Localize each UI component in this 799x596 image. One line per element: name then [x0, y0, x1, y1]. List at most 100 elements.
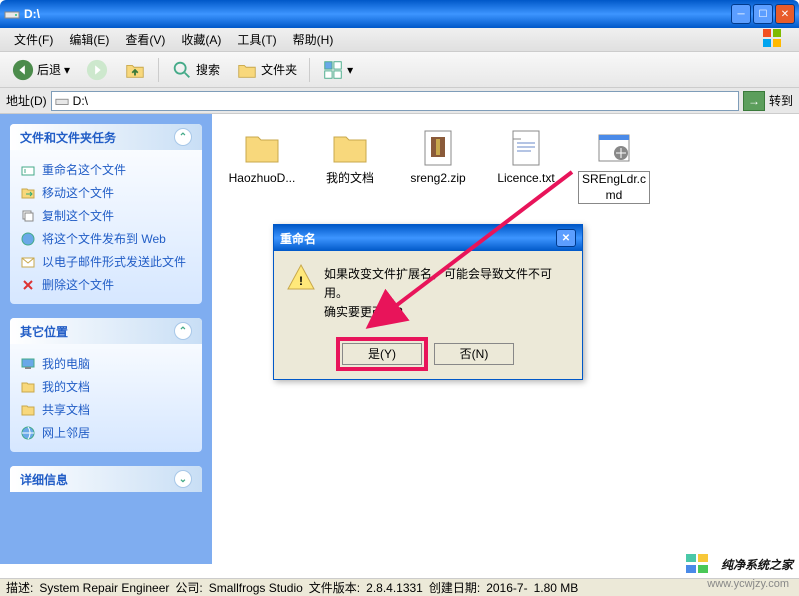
- email-icon: [20, 254, 36, 270]
- place-network[interactable]: 网上邻居: [20, 421, 192, 444]
- place-shared[interactable]: 共享文档: [20, 398, 192, 421]
- menu-favorites[interactable]: 收藏(A): [173, 28, 229, 51]
- folders-icon: [236, 59, 258, 81]
- search-button[interactable]: 搜索: [165, 56, 226, 84]
- folder-icon: [20, 402, 36, 418]
- status-date-label: 创建日期:: [429, 579, 480, 596]
- file-label: HaozhuoD...: [229, 171, 296, 187]
- svg-text:!: !: [299, 274, 303, 288]
- menubar: 文件(F) 编辑(E) 查看(V) 收藏(A) 工具(T) 帮助(H): [0, 28, 799, 52]
- status-date: 2016-7-: [486, 581, 527, 595]
- warning-icon: !: [286, 263, 316, 293]
- toolbar: 后退 ▾ 搜索 文件夹 ▾: [0, 52, 799, 88]
- task-delete[interactable]: 删除这个文件: [20, 273, 192, 296]
- place-documents[interactable]: 我的文档: [20, 375, 192, 398]
- back-icon: [12, 59, 34, 81]
- address-label: 地址(D): [6, 92, 47, 109]
- drive-icon: [55, 94, 69, 108]
- task-rename[interactable]: 重命名这个文件: [20, 158, 192, 181]
- no-button[interactable]: 否(N): [434, 343, 514, 365]
- status-size: 1.80 MB: [534, 581, 579, 595]
- details-panel-title: 详细信息: [20, 471, 68, 488]
- go-label: 转到: [769, 92, 793, 109]
- menu-help[interactable]: 帮助(H): [285, 28, 342, 51]
- folders-label: 文件夹: [261, 61, 297, 78]
- window-titlebar: D:\ ─ ☐ ✕: [0, 0, 799, 28]
- back-label: 后退: [37, 61, 61, 78]
- forward-button[interactable]: [80, 56, 114, 84]
- views-button[interactable]: ▾: [316, 56, 359, 84]
- menu-edit[interactable]: 编辑(E): [61, 28, 117, 51]
- watermark-text: 纯净系统之家: [721, 556, 793, 573]
- dialog-title: 重命名: [280, 230, 316, 247]
- place-computer[interactable]: 我的电脑: [20, 352, 192, 375]
- rename-dialog: 重命名 ✕ ! 如果改变文件扩展名，可能会导致文件不可用。 确实要更改吗? 是(…: [273, 224, 583, 380]
- file-label: SREngLdr.cmd: [578, 171, 650, 204]
- status-desc: System Repair Engineer: [39, 581, 169, 595]
- txt-icon: [509, 129, 543, 167]
- back-button[interactable]: 后退 ▾: [6, 56, 76, 84]
- chevron-down-icon: ▾: [347, 63, 353, 77]
- watermark-url: www.ycwjzy.com: [707, 578, 789, 590]
- windows-logo-icon: [763, 29, 793, 50]
- chevron-down-icon: ▾: [64, 63, 70, 77]
- minimize-button[interactable]: ─: [731, 4, 751, 24]
- file-label: sreng2.zip: [410, 171, 465, 187]
- yes-button[interactable]: 是(Y): [342, 343, 422, 365]
- folder-icon: [331, 131, 369, 165]
- places-panel: 其它位置 ⌃ 我的电脑 我的文档 共享文档 网上邻居: [10, 318, 202, 452]
- delete-icon: [20, 277, 36, 293]
- menu-view[interactable]: 查看(V): [117, 28, 173, 51]
- network-icon: [20, 425, 36, 441]
- file-item[interactable]: 我的文档: [314, 128, 386, 187]
- collapse-button[interactable]: ⌃: [174, 128, 192, 146]
- file-item[interactable]: sreng2.zip: [402, 128, 474, 187]
- up-button[interactable]: [118, 56, 152, 84]
- address-path: D:\: [73, 94, 88, 108]
- file-label: Licence.txt: [497, 171, 554, 187]
- file-item[interactable]: Licence.txt: [490, 128, 562, 187]
- details-panel: 详细信息 ⌄: [10, 466, 202, 492]
- statusbar: 描述: System Repair Engineer 公司: Smallfrog…: [0, 578, 799, 596]
- folder-up-icon: [124, 59, 146, 81]
- folder-icon: [20, 379, 36, 395]
- search-icon: [171, 59, 193, 81]
- menu-tools[interactable]: 工具(T): [229, 28, 284, 51]
- sidebar: 文件和文件夹任务 ⌃ 重命名这个文件 移动这个文件 复制这个文件 将这个文件发布…: [0, 114, 212, 564]
- dialog-message-1: 如果改变文件扩展名，可能会导致文件不可用。: [324, 265, 568, 303]
- expand-button[interactable]: ⌄: [174, 470, 192, 488]
- watermark: 纯净系统之家: [686, 554, 793, 574]
- places-panel-title: 其它位置: [20, 323, 68, 340]
- dialog-close-button[interactable]: ✕: [556, 229, 576, 247]
- menu-file[interactable]: 文件(F): [6, 28, 61, 51]
- window-title: D:\: [24, 7, 731, 21]
- folder-icon: [243, 131, 281, 165]
- task-move[interactable]: 移动这个文件: [20, 181, 192, 204]
- go-button[interactable]: →: [743, 91, 765, 111]
- maximize-button[interactable]: ☐: [753, 4, 773, 24]
- task-email[interactable]: 以电子邮件形式发送此文件: [20, 250, 192, 273]
- views-icon: [322, 59, 344, 81]
- addressbar: 地址(D) D:\ → 转到: [0, 88, 799, 114]
- address-input[interactable]: D:\: [51, 91, 739, 111]
- forward-icon: [86, 59, 108, 81]
- collapse-button[interactable]: ⌃: [174, 322, 192, 340]
- folders-button[interactable]: 文件夹: [230, 56, 303, 84]
- rename-icon: [20, 162, 36, 178]
- status-ver-label: 文件版本:: [309, 579, 360, 596]
- dialog-message-2: 确实要更改吗?: [324, 303, 568, 322]
- tasks-panel-title: 文件和文件夹任务: [20, 129, 116, 146]
- copy-icon: [20, 208, 36, 224]
- status-company: Smallfrogs Studio: [209, 581, 303, 595]
- close-button[interactable]: ✕: [775, 4, 795, 24]
- status-desc-label: 描述:: [6, 579, 33, 596]
- task-publish[interactable]: 将这个文件发布到 Web: [20, 227, 192, 250]
- move-icon: [20, 185, 36, 201]
- computer-icon: [20, 356, 36, 372]
- tasks-panel: 文件和文件夹任务 ⌃ 重命名这个文件 移动这个文件 复制这个文件 将这个文件发布…: [10, 124, 202, 304]
- file-item[interactable]: HaozhuoD...: [226, 128, 298, 187]
- file-item[interactable]: SREngLdr.cmd: [578, 128, 650, 204]
- status-company-label: 公司:: [175, 579, 202, 596]
- task-copy[interactable]: 复制这个文件: [20, 204, 192, 227]
- file-label: 我的文档: [326, 171, 374, 187]
